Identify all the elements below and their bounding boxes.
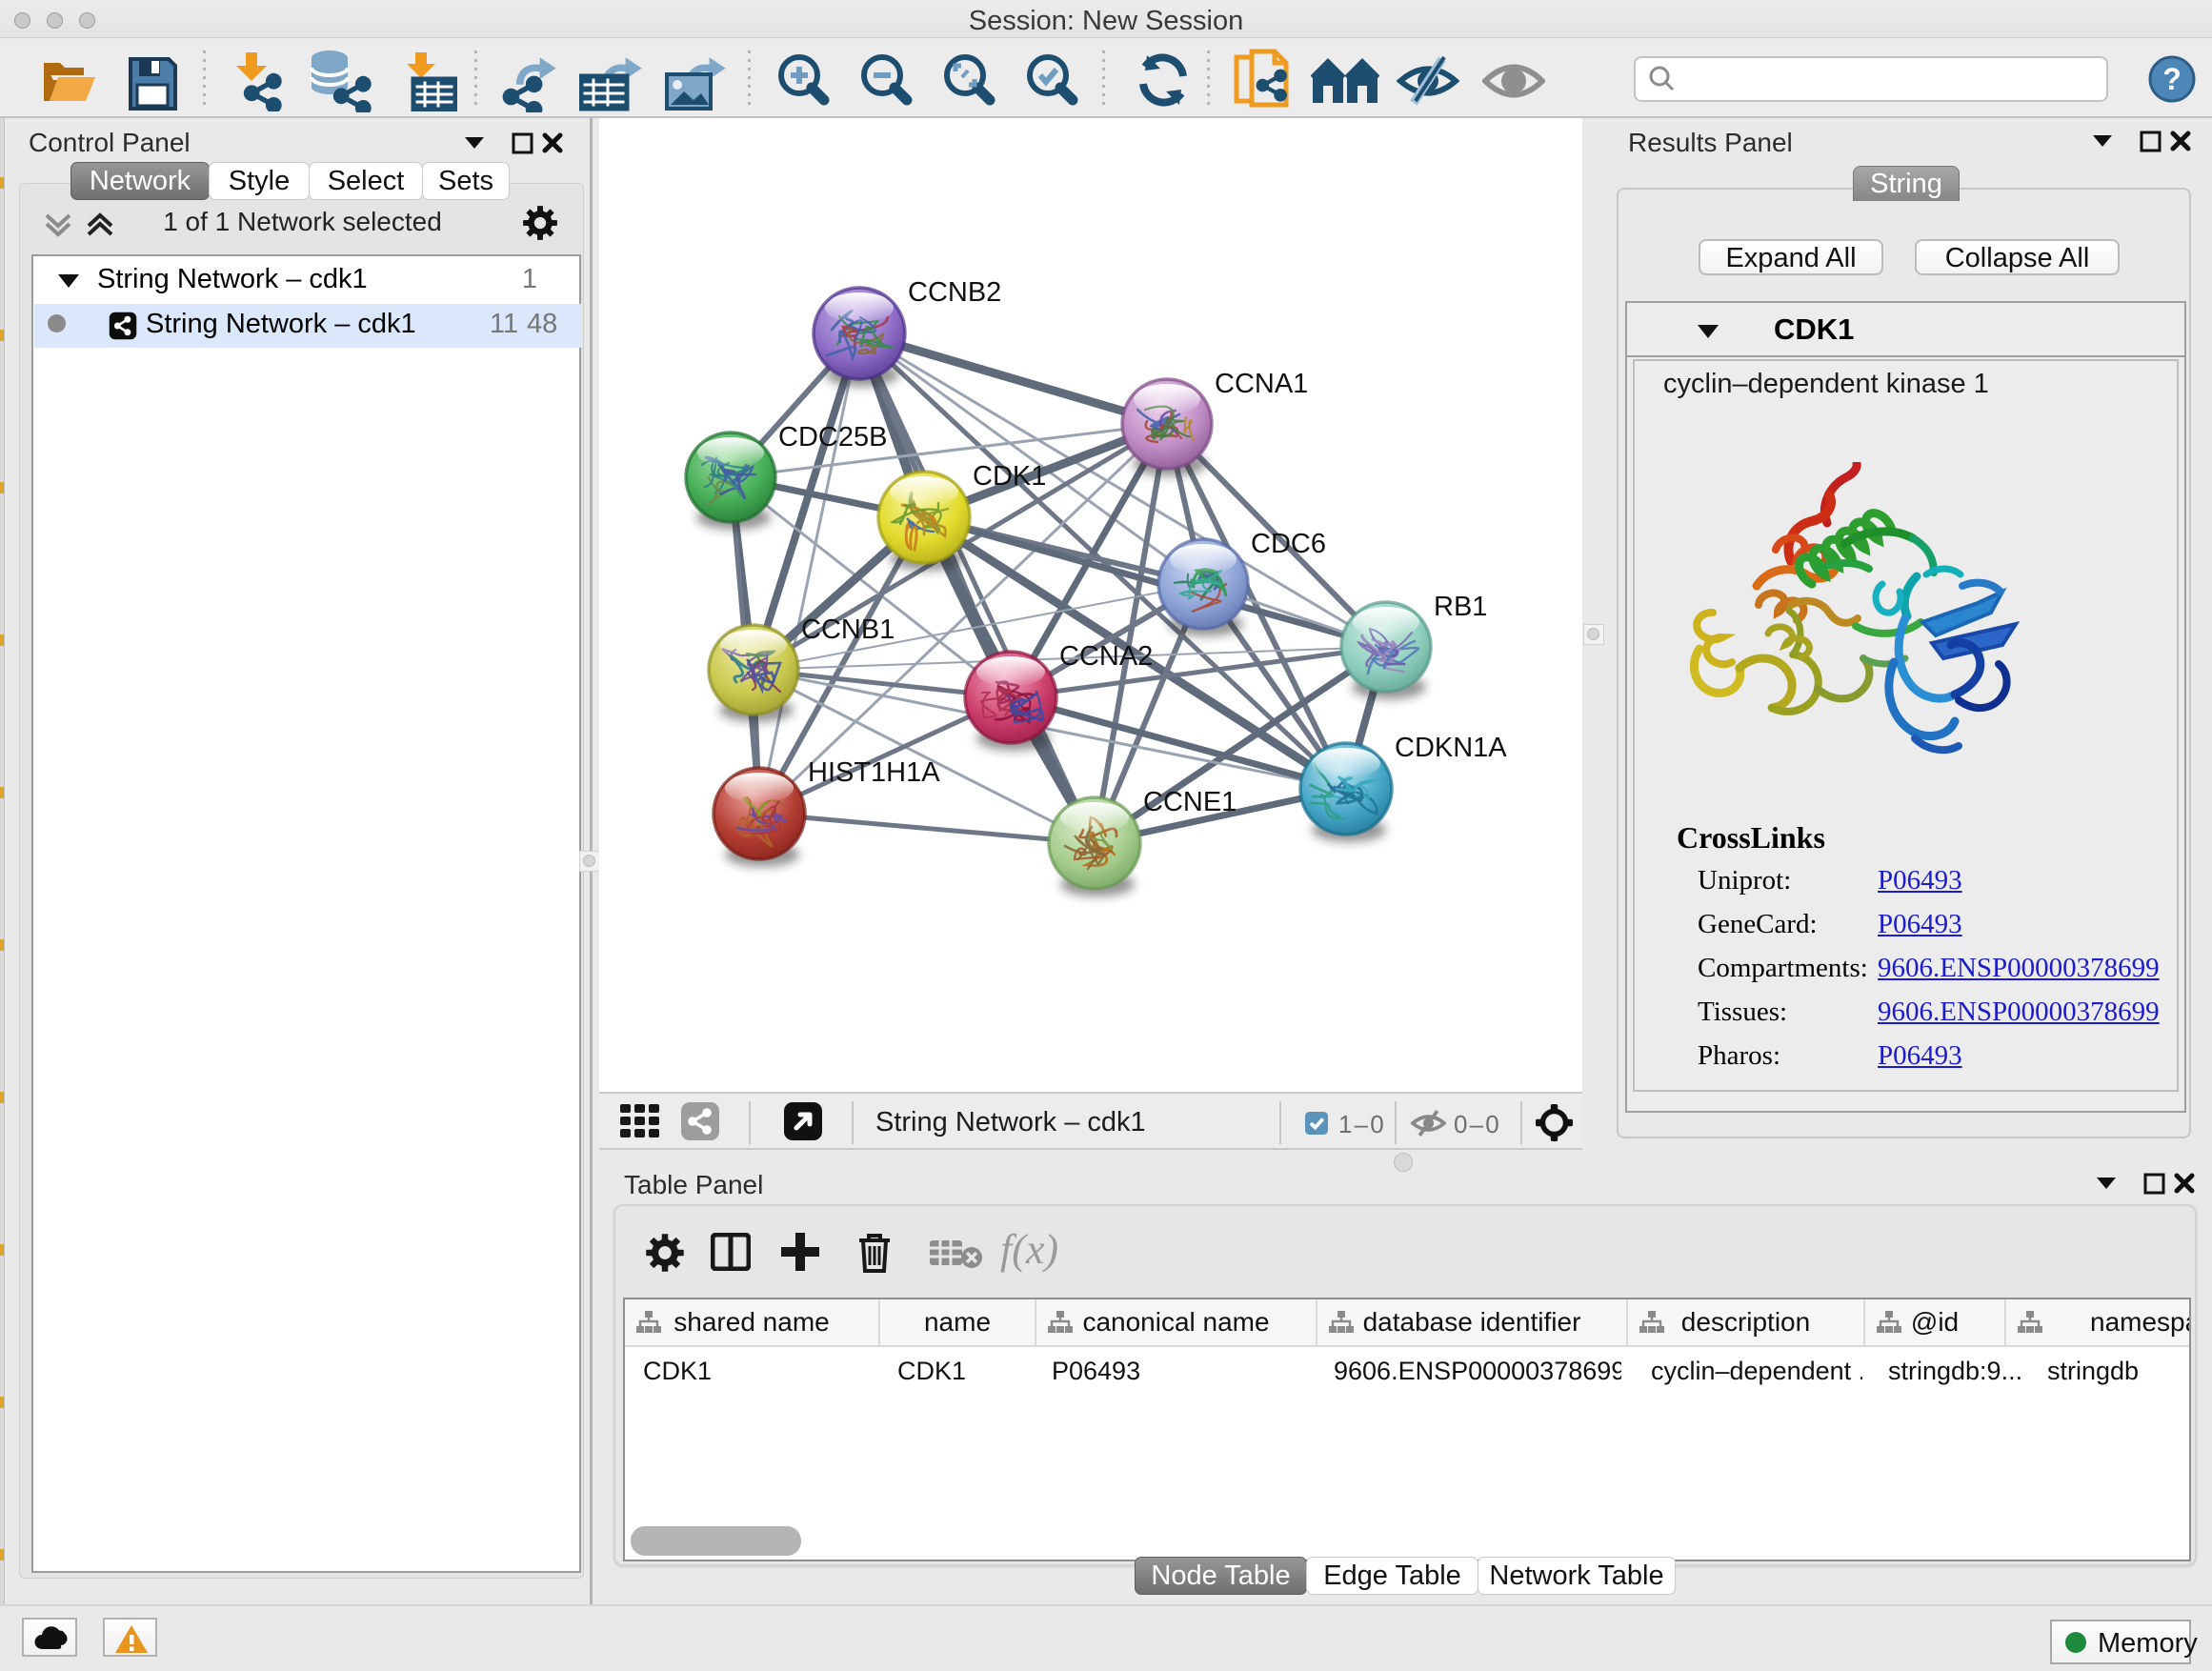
- svg-text:CDC25B: CDC25B: [778, 422, 887, 453]
- svg-text:CCNA1: CCNA1: [1215, 369, 1308, 399]
- svg-text:CCNA2: CCNA2: [1059, 641, 1153, 672]
- svg-text:CDK1: CDK1: [973, 461, 1046, 492]
- svg-text:CCNB1: CCNB1: [801, 614, 895, 645]
- svg-text:CDC6: CDC6: [1251, 529, 1326, 559]
- svg-text:RB1: RB1: [1434, 592, 1487, 622]
- svg-text:CDKN1A: CDKN1A: [1395, 733, 1507, 763]
- svg-text:?: ?: [2162, 62, 2182, 96]
- svg-text:CCNB2: CCNB2: [908, 277, 1001, 308]
- svg-text:HIST1H1A: HIST1H1A: [808, 757, 940, 788]
- svg-text:CCNE1: CCNE1: [1143, 787, 1237, 817]
